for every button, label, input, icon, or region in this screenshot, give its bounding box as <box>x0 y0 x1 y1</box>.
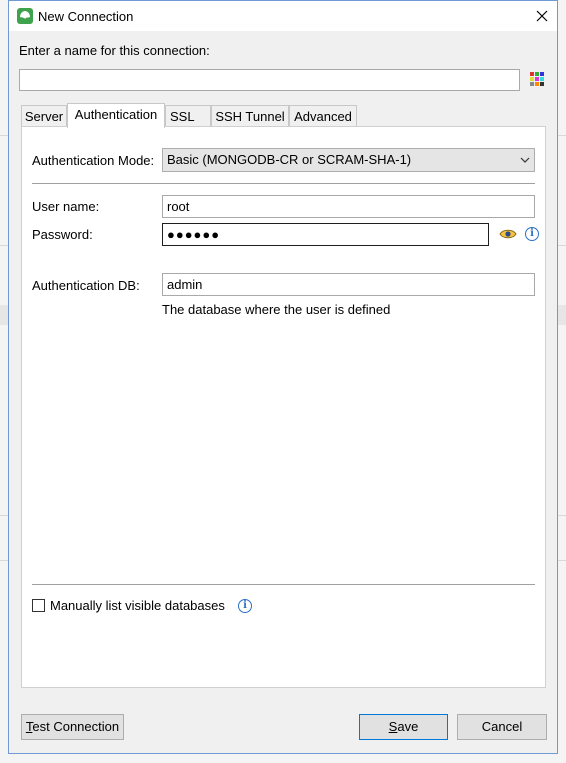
new-connection-dialog: New Connection Enter a name for this con… <box>8 0 558 754</box>
test-label: est Connection <box>32 719 120 734</box>
tab-server[interactable]: Server <box>21 105 67 127</box>
auth-mode-label: Authentication Mode: <box>32 153 155 168</box>
username-label: User name: <box>32 199 100 214</box>
authentication-panel: Authentication Mode: Basic (MONGODB-CR o… <box>21 126 546 688</box>
info-icon[interactable]: i <box>525 227 539 241</box>
tab-ssl[interactable]: SSL <box>165 105 211 127</box>
manual-list-label[interactable]: Manually list visible databases <box>50 598 225 613</box>
eye-icon[interactable] <box>499 227 517 241</box>
username-input[interactable]: root <box>162 195 535 218</box>
info-icon[interactable]: i <box>238 599 252 613</box>
tab-advanced[interactable]: Advanced <box>289 105 357 127</box>
password-input[interactable]: ●●●●●● <box>162 223 489 246</box>
connection-name-input[interactable] <box>19 69 520 91</box>
save-button[interactable]: Save <box>359 714 448 740</box>
mongo-leaf-icon <box>17 8 33 24</box>
manual-list-checkbox[interactable] <box>32 599 45 612</box>
auth-mode-select[interactable]: Basic (MONGODB-CR or SCRAM-SHA-1) <box>162 148 535 172</box>
test-connection-button[interactable]: Test Connection <box>21 714 124 740</box>
cancel-button[interactable]: Cancel <box>457 714 547 740</box>
auth-mode-value: Basic (MONGODB-CR or SCRAM-SHA-1) <box>167 152 412 167</box>
authdb-input[interactable]: admin <box>162 273 535 296</box>
chevron-down-icon <box>520 149 530 179</box>
authdb-label: Authentication DB: <box>32 278 140 293</box>
authdb-hint: The database where the user is defined <box>162 302 391 317</box>
tab-ssh-tunnel[interactable]: SSH Tunnel <box>211 105 289 127</box>
color-palette-icon[interactable] <box>530 72 544 86</box>
separator <box>32 183 535 184</box>
save-label: ave <box>397 719 419 734</box>
tab-authentication[interactable]: Authentication <box>67 103 165 128</box>
separator <box>32 584 535 585</box>
connection-name-label: Enter a name for this connection: <box>19 43 210 58</box>
window-title: New Connection <box>38 9 134 24</box>
close-icon[interactable] <box>527 1 557 31</box>
password-label: Password: <box>32 227 93 242</box>
title-bar: New Connection <box>9 1 557 31</box>
